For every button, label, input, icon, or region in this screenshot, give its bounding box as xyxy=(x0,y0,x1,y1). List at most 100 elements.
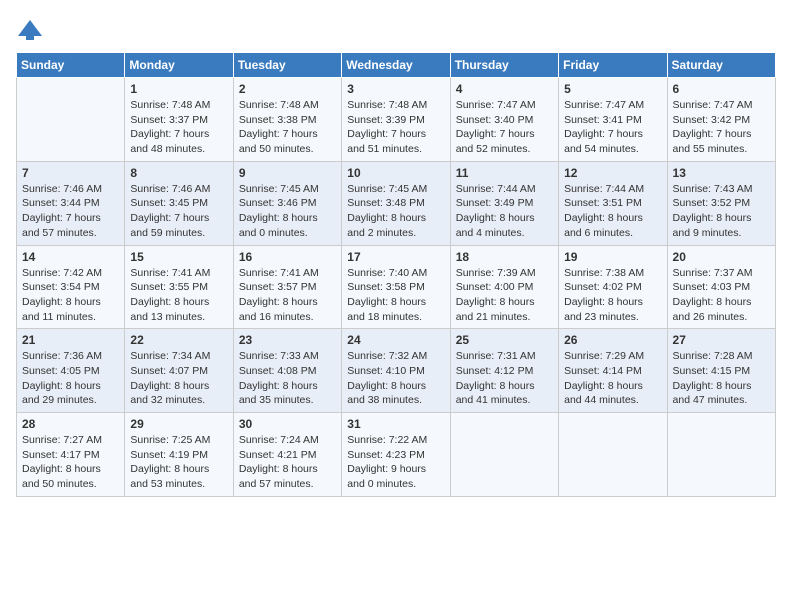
day-info: Sunrise: 7:47 AM Sunset: 3:40 PM Dayligh… xyxy=(456,98,553,157)
calendar-cell: 12 Sunrise: 7:44 AM Sunset: 3:51 PM Dayli… xyxy=(559,161,667,245)
day-info: Sunrise: 7:41 AM Sunset: 3:57 PM Dayligh… xyxy=(239,266,336,325)
day-info: Sunrise: 7:46 AM Sunset: 3:44 PM Dayligh… xyxy=(22,182,119,241)
calendar-cell: 11 Sunrise: 7:44 AM Sunset: 3:49 PM Dayli… xyxy=(450,161,558,245)
calendar-cell xyxy=(559,413,667,497)
calendar-cell: 17 Sunrise: 7:40 AM Sunset: 3:58 PM Dayli… xyxy=(342,245,450,329)
day-info: Sunrise: 7:22 AM Sunset: 4:23 PM Dayligh… xyxy=(347,433,444,492)
calendar-cell: 20 Sunrise: 7:37 AM Sunset: 4:03 PM Dayli… xyxy=(667,245,775,329)
page-header xyxy=(16,16,776,44)
calendar-cell: 27 Sunrise: 7:28 AM Sunset: 4:15 PM Dayli… xyxy=(667,329,775,413)
calendar-cell: 18 Sunrise: 7:39 AM Sunset: 4:00 PM Dayli… xyxy=(450,245,558,329)
day-info: Sunrise: 7:48 AM Sunset: 3:38 PM Dayligh… xyxy=(239,98,336,157)
day-number: 5 xyxy=(564,82,661,96)
day-info: Sunrise: 7:32 AM Sunset: 4:10 PM Dayligh… xyxy=(347,349,444,408)
calendar-cell: 6 Sunrise: 7:47 AM Sunset: 3:42 PM Daylig… xyxy=(667,78,775,162)
calendar-body: 1 Sunrise: 7:48 AM Sunset: 3:37 PM Daylig… xyxy=(17,78,776,497)
day-number: 25 xyxy=(456,333,553,347)
day-info: Sunrise: 7:47 AM Sunset: 3:42 PM Dayligh… xyxy=(673,98,770,157)
day-number: 17 xyxy=(347,250,444,264)
calendar-cell: 29 Sunrise: 7:25 AM Sunset: 4:19 PM Dayli… xyxy=(125,413,233,497)
day-info: Sunrise: 7:29 AM Sunset: 4:14 PM Dayligh… xyxy=(564,349,661,408)
day-number: 10 xyxy=(347,166,444,180)
day-info: Sunrise: 7:28 AM Sunset: 4:15 PM Dayligh… xyxy=(673,349,770,408)
calendar-cell: 24 Sunrise: 7:32 AM Sunset: 4:10 PM Dayli… xyxy=(342,329,450,413)
calendar-cell: 22 Sunrise: 7:34 AM Sunset: 4:07 PM Dayli… xyxy=(125,329,233,413)
column-header-friday: Friday xyxy=(559,53,667,78)
day-number: 26 xyxy=(564,333,661,347)
calendar-header: SundayMondayTuesdayWednesdayThursdayFrid… xyxy=(17,53,776,78)
calendar-cell: 19 Sunrise: 7:38 AM Sunset: 4:02 PM Dayli… xyxy=(559,245,667,329)
day-number: 18 xyxy=(456,250,553,264)
logo xyxy=(16,16,48,44)
column-header-wednesday: Wednesday xyxy=(342,53,450,78)
day-info: Sunrise: 7:40 AM Sunset: 3:58 PM Dayligh… xyxy=(347,266,444,325)
column-header-tuesday: Tuesday xyxy=(233,53,341,78)
day-info: Sunrise: 7:25 AM Sunset: 4:19 PM Dayligh… xyxy=(130,433,227,492)
day-number: 9 xyxy=(239,166,336,180)
day-info: Sunrise: 7:44 AM Sunset: 3:49 PM Dayligh… xyxy=(456,182,553,241)
day-number: 7 xyxy=(22,166,119,180)
day-number: 13 xyxy=(673,166,770,180)
day-info: Sunrise: 7:36 AM Sunset: 4:05 PM Dayligh… xyxy=(22,349,119,408)
day-number: 1 xyxy=(130,82,227,96)
day-info: Sunrise: 7:31 AM Sunset: 4:12 PM Dayligh… xyxy=(456,349,553,408)
day-number: 27 xyxy=(673,333,770,347)
day-number: 6 xyxy=(673,82,770,96)
day-number: 24 xyxy=(347,333,444,347)
day-info: Sunrise: 7:33 AM Sunset: 4:08 PM Dayligh… xyxy=(239,349,336,408)
day-info: Sunrise: 7:38 AM Sunset: 4:02 PM Dayligh… xyxy=(564,266,661,325)
day-info: Sunrise: 7:45 AM Sunset: 3:46 PM Dayligh… xyxy=(239,182,336,241)
day-info: Sunrise: 7:46 AM Sunset: 3:45 PM Dayligh… xyxy=(130,182,227,241)
day-info: Sunrise: 7:39 AM Sunset: 4:00 PM Dayligh… xyxy=(456,266,553,325)
calendar-week-3: 14Sunrise: 7:42 AM Sunset: 3:54 PM Dayli… xyxy=(17,245,776,329)
calendar-cell: 10 Sunrise: 7:45 AM Sunset: 3:48 PM Dayli… xyxy=(342,161,450,245)
calendar-cell: 7 Sunrise: 7:46 AM Sunset: 3:44 PM Daylig… xyxy=(17,161,125,245)
day-number: 20 xyxy=(673,250,770,264)
day-info: Sunrise: 7:47 AM Sunset: 3:41 PM Dayligh… xyxy=(564,98,661,157)
calendar-cell: 8Sunrise: 7:46 AM Sunset: 3:45 PM Daylig… xyxy=(125,161,233,245)
day-number: 2 xyxy=(239,82,336,96)
calendar-cell: 2 Sunrise: 7:48 AM Sunset: 3:38 PM Daylig… xyxy=(233,78,341,162)
column-header-saturday: Saturday xyxy=(667,53,775,78)
day-info: Sunrise: 7:27 AM Sunset: 4:17 PM Dayligh… xyxy=(22,433,119,492)
day-number: 11 xyxy=(456,166,553,180)
day-number: 30 xyxy=(239,417,336,431)
day-number: 29 xyxy=(130,417,227,431)
logo-icon xyxy=(16,16,44,44)
day-info: Sunrise: 7:45 AM Sunset: 3:48 PM Dayligh… xyxy=(347,182,444,241)
calendar-week-2: 7 Sunrise: 7:46 AM Sunset: 3:44 PM Daylig… xyxy=(17,161,776,245)
day-number: 12 xyxy=(564,166,661,180)
day-number: 28 xyxy=(22,417,119,431)
calendar-cell: 5 Sunrise: 7:47 AM Sunset: 3:41 PM Daylig… xyxy=(559,78,667,162)
calendar-cell: 23 Sunrise: 7:33 AM Sunset: 4:08 PM Dayli… xyxy=(233,329,341,413)
day-number: 4 xyxy=(456,82,553,96)
calendar-week-5: 28 Sunrise: 7:27 AM Sunset: 4:17 PM Dayli… xyxy=(17,413,776,497)
day-info: Sunrise: 7:42 AM Sunset: 3:54 PM Dayligh… xyxy=(22,266,119,325)
calendar-cell: 30Sunrise: 7:24 AM Sunset: 4:21 PM Dayli… xyxy=(233,413,341,497)
calendar-cell: 21Sunrise: 7:36 AM Sunset: 4:05 PM Dayli… xyxy=(17,329,125,413)
calendar-cell xyxy=(450,413,558,497)
day-number: 15 xyxy=(130,250,227,264)
calendar-cell: 13 Sunrise: 7:43 AM Sunset: 3:52 PM Dayli… xyxy=(667,161,775,245)
day-info: Sunrise: 7:44 AM Sunset: 3:51 PM Dayligh… xyxy=(564,182,661,241)
day-number: 23 xyxy=(239,333,336,347)
column-header-monday: Monday xyxy=(125,53,233,78)
calendar-cell: 4 Sunrise: 7:47 AM Sunset: 3:40 PM Daylig… xyxy=(450,78,558,162)
calendar-cell xyxy=(667,413,775,497)
calendar-cell: 3Sunrise: 7:48 AM Sunset: 3:39 PM Daylig… xyxy=(342,78,450,162)
day-info: Sunrise: 7:48 AM Sunset: 3:39 PM Dayligh… xyxy=(347,98,444,157)
day-number: 31 xyxy=(347,417,444,431)
column-header-thursday: Thursday xyxy=(450,53,558,78)
day-info: Sunrise: 7:34 AM Sunset: 4:07 PM Dayligh… xyxy=(130,349,227,408)
day-number: 22 xyxy=(130,333,227,347)
day-info: Sunrise: 7:43 AM Sunset: 3:52 PM Dayligh… xyxy=(673,182,770,241)
calendar-cell: 28 Sunrise: 7:27 AM Sunset: 4:17 PM Dayli… xyxy=(17,413,125,497)
day-info: Sunrise: 7:48 AM Sunset: 3:37 PM Dayligh… xyxy=(130,98,227,157)
day-number: 19 xyxy=(564,250,661,264)
calendar-table: SundayMondayTuesdayWednesdayThursdayFrid… xyxy=(16,52,776,497)
calendar-cell: 26 Sunrise: 7:29 AM Sunset: 4:14 PM Dayli… xyxy=(559,329,667,413)
column-header-sunday: Sunday xyxy=(17,53,125,78)
calendar-week-1: 1 Sunrise: 7:48 AM Sunset: 3:37 PM Daylig… xyxy=(17,78,776,162)
calendar-cell: 15Sunrise: 7:41 AM Sunset: 3:55 PM Dayli… xyxy=(125,245,233,329)
day-info: Sunrise: 7:37 AM Sunset: 4:03 PM Dayligh… xyxy=(673,266,770,325)
